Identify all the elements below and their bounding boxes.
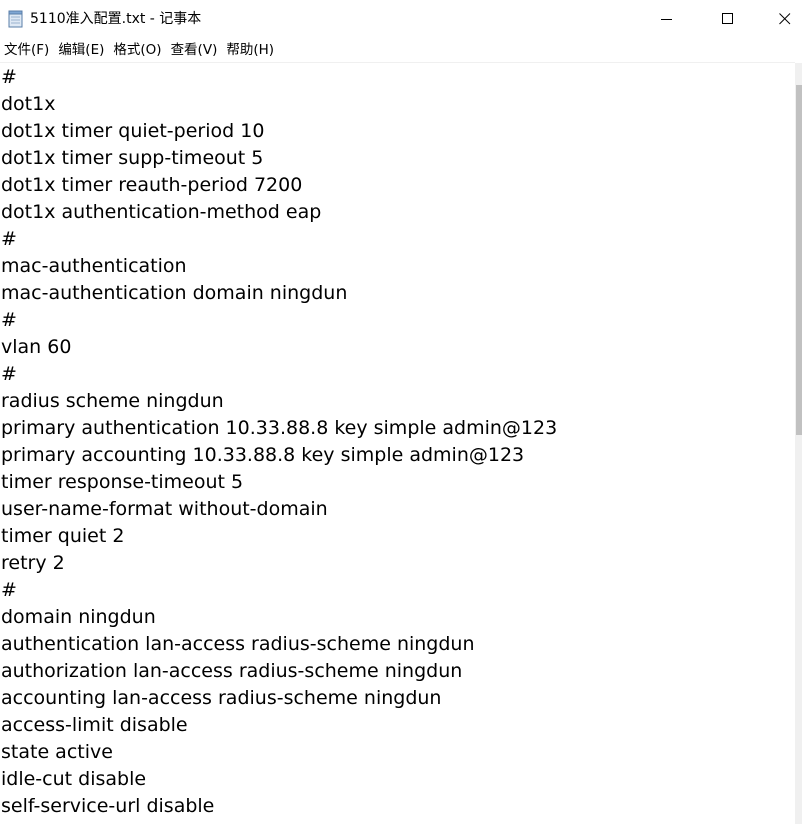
scrollbar-thumb[interactable] xyxy=(796,85,802,435)
text-line: dot1x timer supp-timeout 5 xyxy=(1,147,264,169)
maximize-button[interactable] xyxy=(705,0,751,38)
menu-edit[interactable]: 编辑(E) xyxy=(56,39,111,61)
menu-file[interactable]: 文件(F) xyxy=(2,39,56,61)
text-line: access-limit disable xyxy=(1,714,188,736)
text-line: # xyxy=(1,579,17,601)
title-bar[interactable]: 5110准入配置.txt - 记事本 xyxy=(0,0,802,38)
text-line: retry 2 xyxy=(1,552,65,574)
text-line: timer response-timeout 5 xyxy=(1,471,244,493)
menu-view[interactable]: 查看(V) xyxy=(169,39,225,61)
text-line: # xyxy=(1,363,17,385)
text-line: mac-authentication xyxy=(1,255,187,277)
notepad-window: 5110准入配置.txt - 记事本 文件(F) 编辑(E) 格式(O) 查看(… xyxy=(0,0,802,824)
text-line: # xyxy=(1,228,17,250)
text-line: mac-authentication domain ningdun xyxy=(1,282,348,304)
close-icon xyxy=(779,13,791,25)
minimize-icon xyxy=(661,13,673,25)
text-line: dot1x authentication-method eap xyxy=(1,201,322,223)
text-line: primary accounting 10.33.88.8 key simple… xyxy=(1,444,525,466)
text-line: domain ningdun xyxy=(1,606,156,628)
text-line: self-service-url disable xyxy=(1,795,215,817)
text-line: state active xyxy=(1,741,113,763)
menu-bar: 文件(F) 编辑(E) 格式(O) 查看(V) 帮助(H) xyxy=(0,38,802,62)
notepad-icon xyxy=(8,10,24,28)
text-line: # xyxy=(1,309,17,331)
close-button[interactable] xyxy=(762,0,802,38)
text-line: dot1x timer quiet-period 10 xyxy=(1,120,265,142)
minimize-button[interactable] xyxy=(644,0,690,38)
text-line: radius scheme ningdun xyxy=(1,390,224,412)
maximize-icon xyxy=(722,13,734,25)
menu-help[interactable]: 帮助(H) xyxy=(224,39,281,61)
text-line: # xyxy=(1,66,17,88)
menu-format[interactable]: 格式(O) xyxy=(111,39,168,61)
text-line: dot1x xyxy=(1,93,56,115)
text-line: timer quiet 2 xyxy=(1,525,125,547)
text-line: authentication lan-access radius-scheme … xyxy=(1,633,475,655)
text-line: accounting lan-access radius-scheme ning… xyxy=(1,687,442,709)
text-line: dot1x timer reauth-period 7200 xyxy=(1,174,303,196)
text-line: authorization lan-access radius-scheme n… xyxy=(1,660,463,682)
text-line: user-name-format without-domain xyxy=(1,498,328,520)
text-line: vlan 60 xyxy=(1,336,72,358)
window-title: 5110准入配置.txt - 记事本 xyxy=(30,11,202,27)
text-editor-area[interactable]: # dot1x dot1x timer quiet-period 10 dot1x t… xyxy=(0,62,795,824)
text-line: idle-cut disable xyxy=(1,768,147,790)
text-line: primary authentication 10.33.88.8 key si… xyxy=(1,417,558,439)
